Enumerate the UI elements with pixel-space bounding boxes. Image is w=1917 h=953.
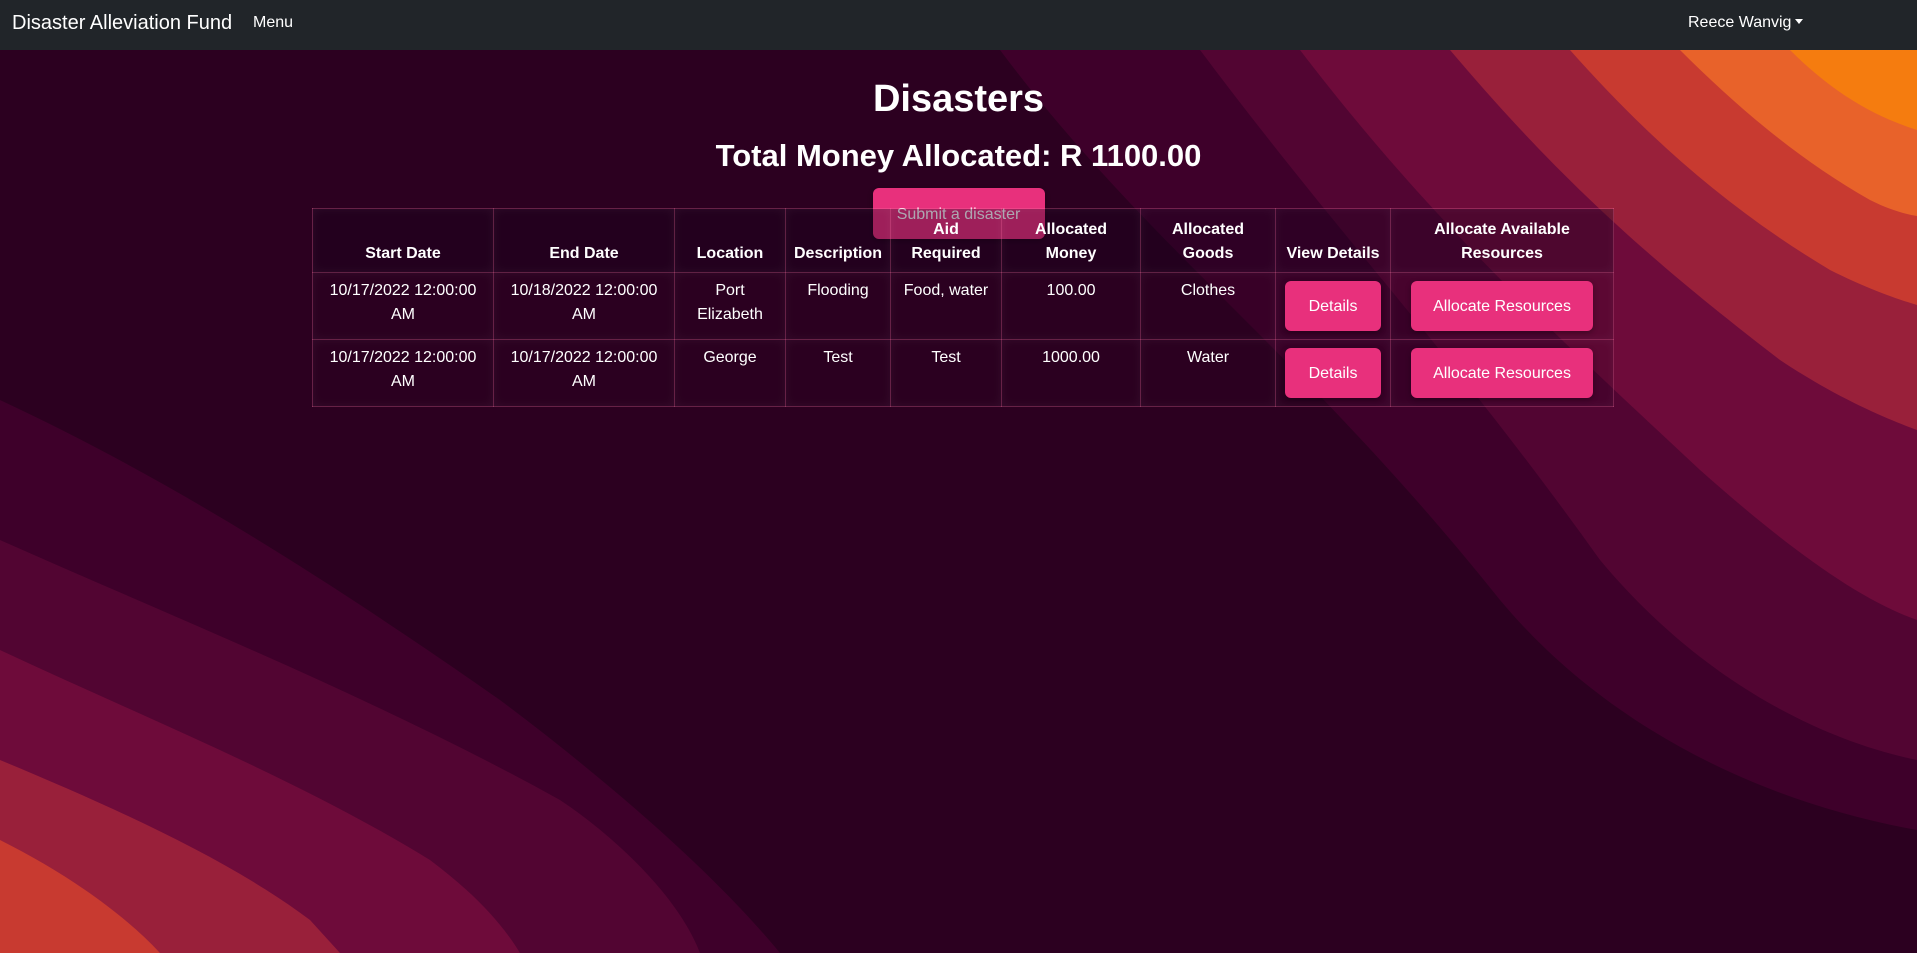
cell-description: Test	[784, 339, 892, 407]
header-allocated-money: Allocated Money	[1001, 208, 1142, 273]
header-view-details: View Details	[1275, 208, 1392, 273]
table-header-row: Start Date End Date Location Description…	[312, 208, 1615, 273]
menu-link[interactable]: Menu	[253, 14, 293, 32]
cell-aid-required: Food, water	[890, 272, 1003, 340]
top-navbar: Disaster Alleviation Fund Menu Reece Wan…	[0, 0, 1917, 50]
cell-allocated-money: 1000.00	[1001, 339, 1142, 407]
allocate-resources-button[interactable]: Allocate Resources	[1411, 281, 1594, 331]
user-name: Reece Wanvig	[1688, 14, 1792, 31]
cell-end-date: 10/18/2022 12:00:00 AM	[493, 272, 675, 340]
table-row: 10/17/2022 12:00:00 AM 10/17/2022 12:00:…	[312, 339, 1615, 407]
user-dropdown[interactable]: Reece Wanvig	[1688, 14, 1804, 32]
header-end-date: End Date	[493, 208, 675, 273]
cell-location: Port Elizabeth	[674, 272, 786, 340]
cell-location: George	[674, 339, 786, 407]
header-allocate-resources: Allocate Available Resources	[1390, 208, 1615, 273]
details-button[interactable]: Details	[1285, 281, 1382, 331]
header-description: Description	[784, 208, 892, 273]
cell-allocate: Allocate Resources	[1390, 272, 1615, 340]
cell-allocate: Allocate Resources	[1390, 339, 1615, 407]
page-title: Disasters	[872, 78, 1045, 120]
details-button[interactable]: Details	[1285, 348, 1382, 398]
disasters-table: Start Date End Date Location Description…	[312, 208, 1615, 407]
header-location: Location	[674, 208, 786, 273]
cell-view-details: Details	[1275, 272, 1392, 340]
header-aid-required: Aid Required	[890, 208, 1003, 273]
cell-aid-required: Test	[890, 339, 1003, 407]
cell-description: Flooding	[784, 272, 892, 340]
brand-link[interactable]: Disaster Alleviation Fund	[12, 12, 232, 35]
header-allocated-goods: Allocated Goods	[1140, 208, 1277, 273]
total-money-heading: Total Money Allocated: R 1100.00	[715, 138, 1202, 173]
cell-view-details: Details	[1275, 339, 1392, 407]
table-row: 10/17/2022 12:00:00 AM 10/18/2022 12:00:…	[312, 272, 1615, 340]
caret-down-icon	[1795, 19, 1804, 24]
cell-start-date: 10/17/2022 12:00:00 AM	[312, 339, 494, 407]
allocate-resources-button[interactable]: Allocate Resources	[1411, 348, 1594, 398]
cell-end-date: 10/17/2022 12:00:00 AM	[493, 339, 675, 407]
cell-allocated-goods: Clothes	[1140, 272, 1277, 340]
header-start-date: Start Date	[312, 208, 494, 273]
cell-allocated-money: 100.00	[1001, 272, 1142, 340]
cell-start-date: 10/17/2022 12:00:00 AM	[312, 272, 494, 340]
cell-allocated-goods: Water	[1140, 339, 1277, 407]
